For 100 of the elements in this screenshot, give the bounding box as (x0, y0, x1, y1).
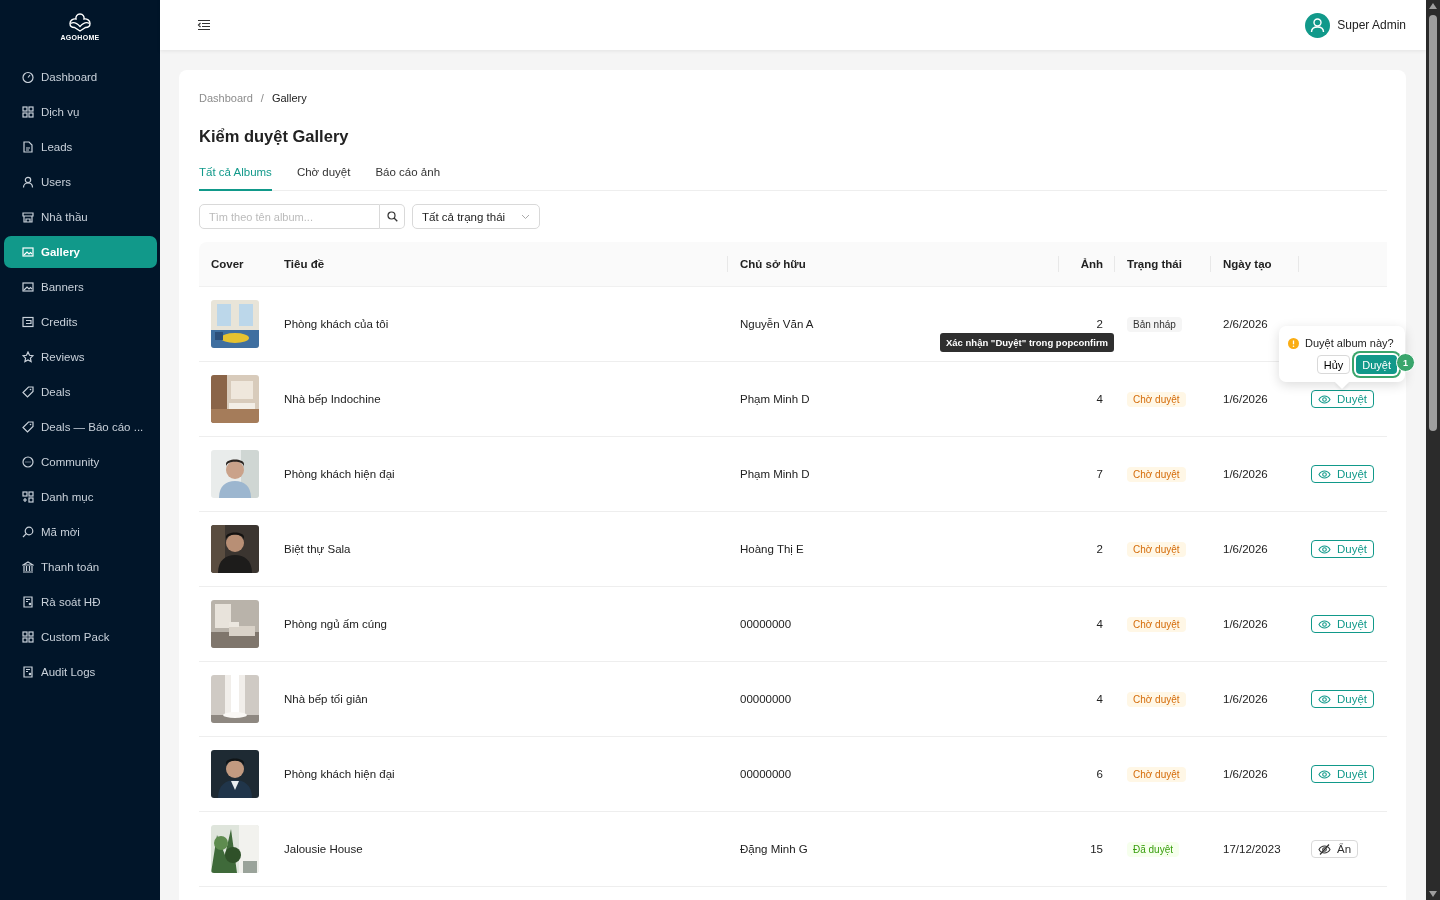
table-cell: Phạm Minh D (728, 437, 1059, 512)
sidebar-item[interactable]: Audit Logs (4, 656, 157, 688)
page-title: Kiểm duyệt Gallery (199, 127, 350, 146)
sidebar-item[interactable]: Users (4, 166, 157, 198)
user-icon (22, 176, 34, 188)
eye-icon (1318, 542, 1331, 556)
image-icon (22, 281, 34, 293)
sidebar-item[interactable]: Community (4, 446, 157, 478)
star-icon (22, 351, 34, 363)
status-select[interactable]: Tất cả trạng thái (412, 204, 540, 229)
sidebar-item[interactable]: Deals — Báo cáo ... (4, 411, 157, 443)
table-cell: 00000000 (728, 662, 1059, 737)
status-tag: Chờ duyệt (1127, 541, 1186, 557)
approve-button[interactable]: Duyệt (1311, 690, 1375, 708)
search-icon (22, 526, 34, 538)
table-cell: Hoàng Thị E (728, 512, 1059, 587)
tab[interactable]: Chờ duyệt (296, 166, 351, 191)
sidebar-item[interactable]: Leads (4, 131, 157, 163)
sidebar-item[interactable]: Gallery (4, 236, 157, 268)
wallet-icon (22, 316, 34, 328)
table-cell: 1/6/2026 (1211, 587, 1299, 662)
approve-button[interactable]: Duyệt (1311, 390, 1375, 408)
document-user-icon (22, 596, 34, 608)
sidebar-item[interactable]: Dịch vụ (4, 96, 157, 128)
tab[interactable]: Tất cả Albums (199, 166, 272, 191)
status-tag: Bản nháp (1127, 316, 1182, 332)
document-icon (22, 141, 34, 153)
chat-icon (22, 456, 34, 468)
grid-icon (22, 106, 34, 118)
scroll-thumb[interactable] (1429, 15, 1437, 431)
scrollbar[interactable] (1426, 0, 1440, 900)
table-cell: 15 (1059, 812, 1115, 887)
document-user-icon (22, 666, 34, 678)
approve-button[interactable]: Duyệt (1311, 465, 1375, 483)
user-name: Super Admin (1337, 18, 1406, 32)
breadcrumb-current: Gallery (271, 92, 307, 104)
table-cell: Phòng khách hiện đại (272, 437, 728, 512)
table-cell: Phòng ngủ ấm cúng (272, 587, 728, 662)
column-header: Cover (199, 242, 272, 287)
status-tag: Đã duyệt (1127, 841, 1180, 857)
avatar-icon[interactable] (1305, 12, 1331, 38)
table-cell: Phạm Minh D (728, 362, 1059, 437)
column-header: Chủ sở hữu (728, 242, 1059, 287)
eye-icon (1318, 392, 1331, 406)
sidebar-item[interactable]: Danh mục (4, 481, 157, 513)
approve-button[interactable]: Duyệt (1311, 540, 1375, 558)
table-cell: 1/6/2026 (1211, 737, 1299, 812)
sidebar-item[interactable]: Deals (4, 376, 157, 408)
eye-icon (1318, 767, 1331, 781)
table-cell: 00000000 (728, 737, 1059, 812)
eye-icon (1318, 692, 1331, 706)
sidebar-item[interactable]: Mã mời (4, 516, 157, 548)
eye-icon (1318, 617, 1331, 631)
sidebar-item[interactable]: Reviews (4, 341, 157, 373)
table-cell: 17/12/2023 (1211, 812, 1299, 887)
status-tag: Chờ duyệt (1127, 616, 1186, 632)
column-header: Trạng thái (1115, 242, 1211, 287)
table-cell: 1/6/2026 (1211, 662, 1299, 737)
hide-button[interactable]: Ẩn (1311, 840, 1359, 858)
status-tag: Chờ duyệt (1127, 766, 1186, 782)
tag-icon (22, 421, 34, 433)
search-button[interactable] (380, 204, 405, 229)
table-cell: Jalousie House (272, 812, 728, 887)
search-field[interactable]: Tìm theo tên album... (199, 204, 380, 229)
table-cell: Biệt thự Sala (272, 512, 728, 587)
status-tag: Chờ duyệt (1127, 691, 1186, 707)
table-cell: 4 (1059, 662, 1115, 737)
tab[interactable]: Báo cáo ảnh (375, 166, 441, 191)
table-cell: 1/6/2026 (1211, 437, 1299, 512)
step-badge: 1 (1396, 353, 1415, 372)
sidebar-item[interactable]: Credits (4, 306, 157, 338)
table-cell: 7 (1059, 437, 1115, 512)
tooltip: Xác nhận "Duyệt" trong popconfirm (940, 333, 1115, 352)
status-tag: Chờ duyệt (1127, 391, 1186, 407)
scroll-down-icon[interactable] (1429, 891, 1437, 897)
select-value: Tất cả trạng thái (422, 210, 506, 223)
warning-icon (1288, 337, 1299, 349)
column-header: Tiêu đề (272, 242, 728, 287)
sidebar-item[interactable]: Banners (4, 271, 157, 303)
eye-icon (1318, 467, 1331, 481)
approve-button[interactable]: Duyệt (1311, 765, 1375, 783)
eye-slash-icon (1318, 842, 1331, 856)
sidebar-item[interactable]: Dashboard (4, 61, 157, 93)
sidebar-item[interactable]: Custom Pack (4, 621, 157, 653)
table-cell: Nhà bếp Indochine (272, 362, 728, 437)
menu-icon[interactable] (197, 18, 211, 32)
sidebar-item[interactable]: Rà soát HĐ (4, 586, 157, 618)
scroll-up-icon[interactable] (1429, 3, 1437, 9)
sidebar-item[interactable]: Thanh toán (4, 551, 157, 583)
table-cell: Đặng Minh G (728, 812, 1059, 887)
tag-icon (22, 386, 34, 398)
table-cell: 4 (1059, 362, 1115, 437)
breadcrumb-separator: / (260, 92, 264, 104)
grid-plus-icon (22, 491, 34, 503)
popconfirm-title: Duyệt album này? (1305, 337, 1394, 349)
table-cell: 2 (1059, 512, 1115, 587)
approve-button[interactable]: Duyệt (1311, 615, 1375, 633)
breadcrumb-link[interactable]: Dashboard (199, 92, 253, 104)
sidebar-item[interactable]: Nhà thầu (4, 201, 157, 233)
cancel-button[interactable]: Hủy (1316, 355, 1351, 374)
